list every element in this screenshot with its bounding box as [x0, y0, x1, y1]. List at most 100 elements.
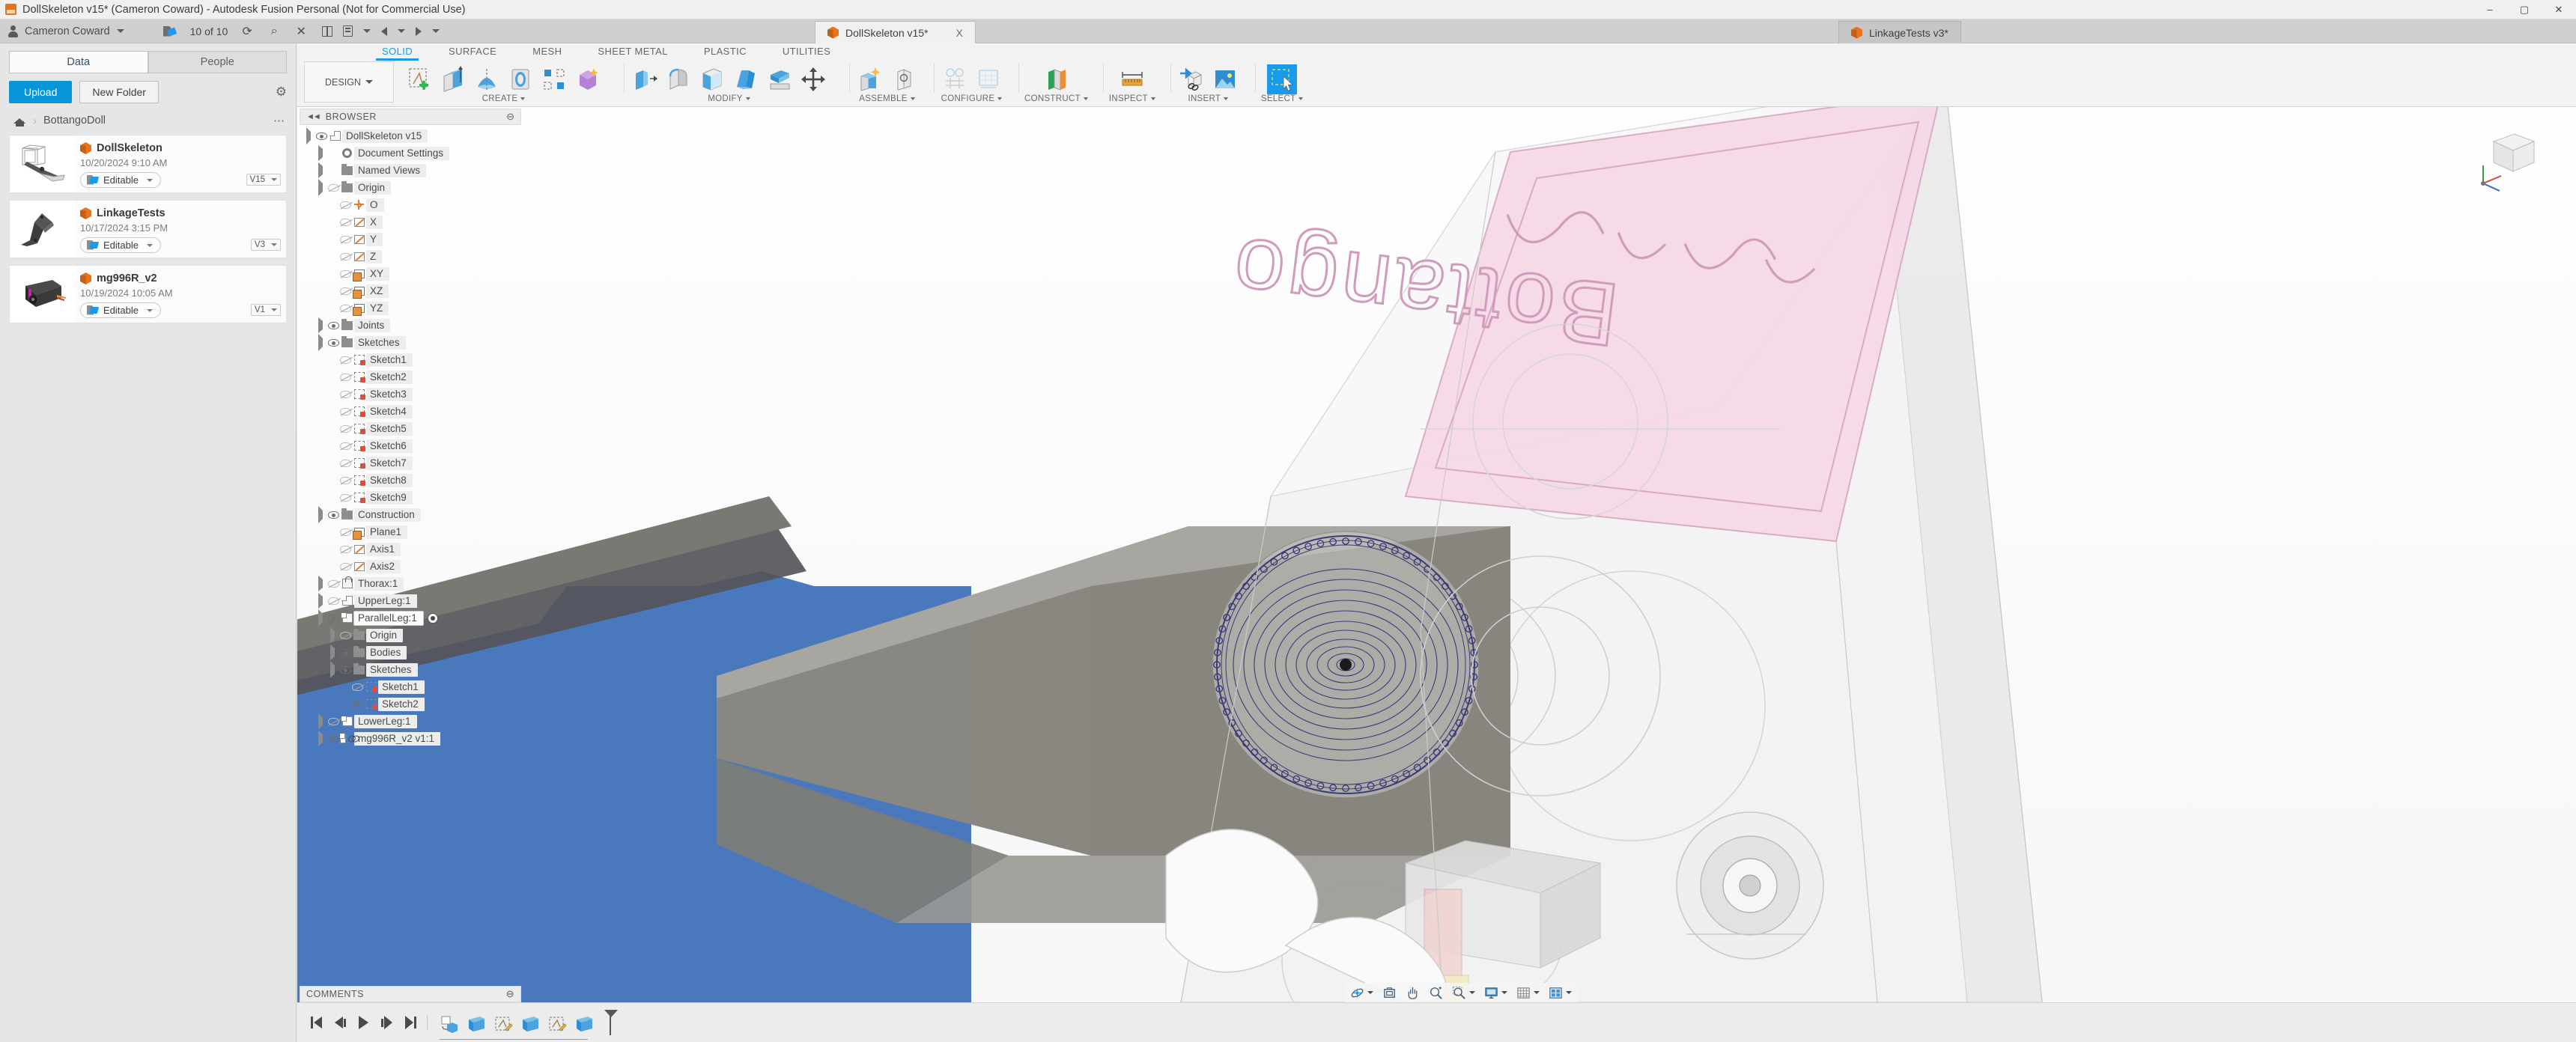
expand-arrow-right-icon[interactable] — [326, 645, 338, 660]
visibility-off-icon[interactable] — [338, 252, 352, 260]
offset-plane-icon[interactable] — [1041, 64, 1071, 94]
viewports-control[interactable] — [1549, 986, 1572, 1000]
tab-utilities[interactable]: UTILITIES — [765, 43, 848, 60]
overflow-menu-icon[interactable]: ⋯ — [273, 114, 285, 127]
ribbon-group-label[interactable]: CREATE — [482, 94, 526, 103]
expand-arrow-down-icon[interactable] — [315, 334, 326, 351]
move-copy-icon[interactable] — [798, 64, 828, 94]
measure-icon[interactable] — [1117, 64, 1147, 94]
browser-node-sketches[interactable]: Sketches — [300, 661, 524, 678]
select-window-icon[interactable] — [1267, 64, 1298, 94]
redo-chevron-icon[interactable] — [432, 29, 440, 33]
close-button[interactable]: ✕ — [2542, 0, 2576, 19]
timeline-marker[interactable] — [604, 1010, 618, 1035]
account-menu[interactable]: Cameron Coward — [7, 25, 124, 37]
editable-dropdown[interactable]: Editable — [80, 172, 161, 188]
expand-arrow-down-icon[interactable] — [315, 609, 326, 627]
visibility-off-icon[interactable] — [338, 373, 352, 381]
browser-node-o[interactable]: O — [300, 196, 524, 213]
visibility-off-icon[interactable] — [326, 717, 340, 725]
split-face-icon[interactable] — [765, 64, 795, 94]
browser-node-sketch2[interactable]: Sketch2 — [300, 695, 524, 713]
browser-node-upperleg-1[interactable]: UpperLeg:1 — [300, 592, 524, 609]
tab-people[interactable]: People — [148, 51, 287, 73]
create-sketch-icon[interactable] — [404, 64, 434, 94]
ribbon-group-label[interactable]: MODIFY — [708, 94, 750, 103]
editable-dropdown[interactable]: Editable — [80, 237, 161, 253]
pan-icon[interactable] — [1406, 986, 1420, 1000]
home-icon[interactable] — [13, 115, 26, 127]
upload-button[interactable]: Upload — [9, 81, 73, 103]
browser-node-axis2[interactable]: Axis2 — [300, 558, 524, 575]
extrude-feature-2[interactable] — [519, 1013, 541, 1035]
browser-node-dollskeleton-v15[interactable]: DollSkeleton v15 — [300, 127, 524, 144]
browser-node-sketch8[interactable]: Sketch8 — [300, 472, 524, 489]
browser-node-joints[interactable]: Joints — [300, 317, 524, 334]
close-icon[interactable]: ✕ — [294, 24, 309, 39]
visibility-off-icon[interactable] — [338, 356, 352, 364]
visibility-on-icon[interactable] — [350, 700, 364, 708]
breadcrumb-folder[interactable]: BottangoDoll — [43, 115, 106, 127]
list-item[interactable]: DollSkeleton 10/20/2024 9:10 AM Editable… — [9, 135, 287, 193]
maximize-button[interactable]: ▢ — [2507, 0, 2542, 19]
expand-arrow-right-icon[interactable] — [315, 317, 326, 333]
visibility-on-icon[interactable] — [338, 648, 352, 656]
close-icon[interactable]: X — [956, 27, 963, 39]
redo-icon[interactable] — [416, 26, 422, 36]
browser-node-origin[interactable]: Origin — [300, 627, 524, 644]
browser-node-z[interactable]: Z — [300, 248, 524, 265]
visibility-off-icon[interactable] — [338, 201, 352, 209]
visibility-off-icon[interactable] — [326, 183, 340, 192]
new-folder-button[interactable]: New Folder — [79, 81, 159, 103]
list-item[interactable]: mg996R_v2 10/19/2024 10:05 AM Editable V… — [9, 265, 287, 323]
browser-node-thorax-1[interactable]: Thorax:1 — [300, 575, 524, 592]
visibility-on-icon[interactable] — [326, 614, 340, 622]
visibility-off-icon[interactable] — [338, 493, 352, 502]
tab-mesh[interactable]: MESH — [514, 43, 580, 60]
file-icon[interactable] — [343, 25, 353, 37]
comments-panel[interactable]: COMMENTS ⊖ — [300, 986, 521, 1002]
visibility-off-icon[interactable] — [338, 528, 352, 536]
visibility-off-icon[interactable] — [350, 683, 364, 691]
collapse-icon[interactable]: ◄◄ — [306, 112, 321, 121]
editable-dropdown[interactable]: Editable — [80, 302, 161, 318]
browser-node-sketch1[interactable]: Sketch1 — [300, 351, 524, 368]
sketch-feature[interactable] — [492, 1013, 514, 1035]
expand-arrow-right-icon[interactable] — [315, 731, 326, 746]
tab-solid[interactable]: SOLID — [364, 43, 431, 61]
visibility-off-icon[interactable] — [338, 304, 352, 312]
play-icon[interactable] — [359, 1016, 368, 1029]
visibility-off-icon[interactable] — [338, 218, 352, 226]
visibility-on-icon[interactable] — [326, 338, 340, 347]
visibility-on-icon[interactable] — [315, 132, 328, 140]
ribbon-group-label[interactable]: INSPECT — [1109, 94, 1155, 103]
expand-arrow-down-icon[interactable] — [315, 506, 326, 523]
visibility-off-icon[interactable] — [338, 390, 352, 398]
version-badge[interactable]: V15 — [246, 174, 281, 186]
form-icon[interactable] — [573, 64, 603, 94]
sweep-icon[interactable] — [505, 64, 535, 94]
configure-icon[interactable] — [940, 64, 970, 94]
browser-node-sketch7[interactable]: Sketch7 — [300, 454, 524, 472]
save-icon[interactable] — [163, 25, 177, 37]
browser-node-sketches[interactable]: Sketches — [300, 334, 524, 351]
expand-arrow-down-icon[interactable] — [303, 127, 315, 144]
gear-icon[interactable]: ⚙ — [276, 85, 287, 100]
list-item[interactable]: LinkageTests 10/17/2024 3:15 PM Editable… — [9, 200, 287, 258]
visibility-on-icon[interactable] — [326, 321, 340, 329]
grid-icon[interactable] — [322, 25, 333, 37]
browser-node-bodies[interactable]: Bodies — [300, 644, 524, 661]
step-back-icon[interactable] — [335, 1017, 346, 1029]
tab-sheet-metal[interactable]: SHEET METAL — [580, 43, 686, 60]
new-component-feature[interactable] — [438, 1013, 461, 1035]
document-tab-dollskeleton[interactable]: DollSkeleton v15* X — [815, 21, 976, 43]
new-component-icon[interactable] — [855, 64, 885, 94]
tab-surface[interactable]: SURFACE — [431, 43, 514, 60]
go-to-end-icon[interactable] — [405, 1016, 416, 1029]
visibility-off-icon[interactable] — [338, 269, 352, 278]
joint-icon[interactable] — [889, 64, 919, 94]
go-to-beginning-icon[interactable] — [311, 1017, 322, 1029]
minimize-icon[interactable]: ⊖ — [506, 111, 514, 123]
file-menu-chevron-icon[interactable] — [363, 29, 371, 33]
extrude-icon[interactable] — [438, 64, 468, 94]
